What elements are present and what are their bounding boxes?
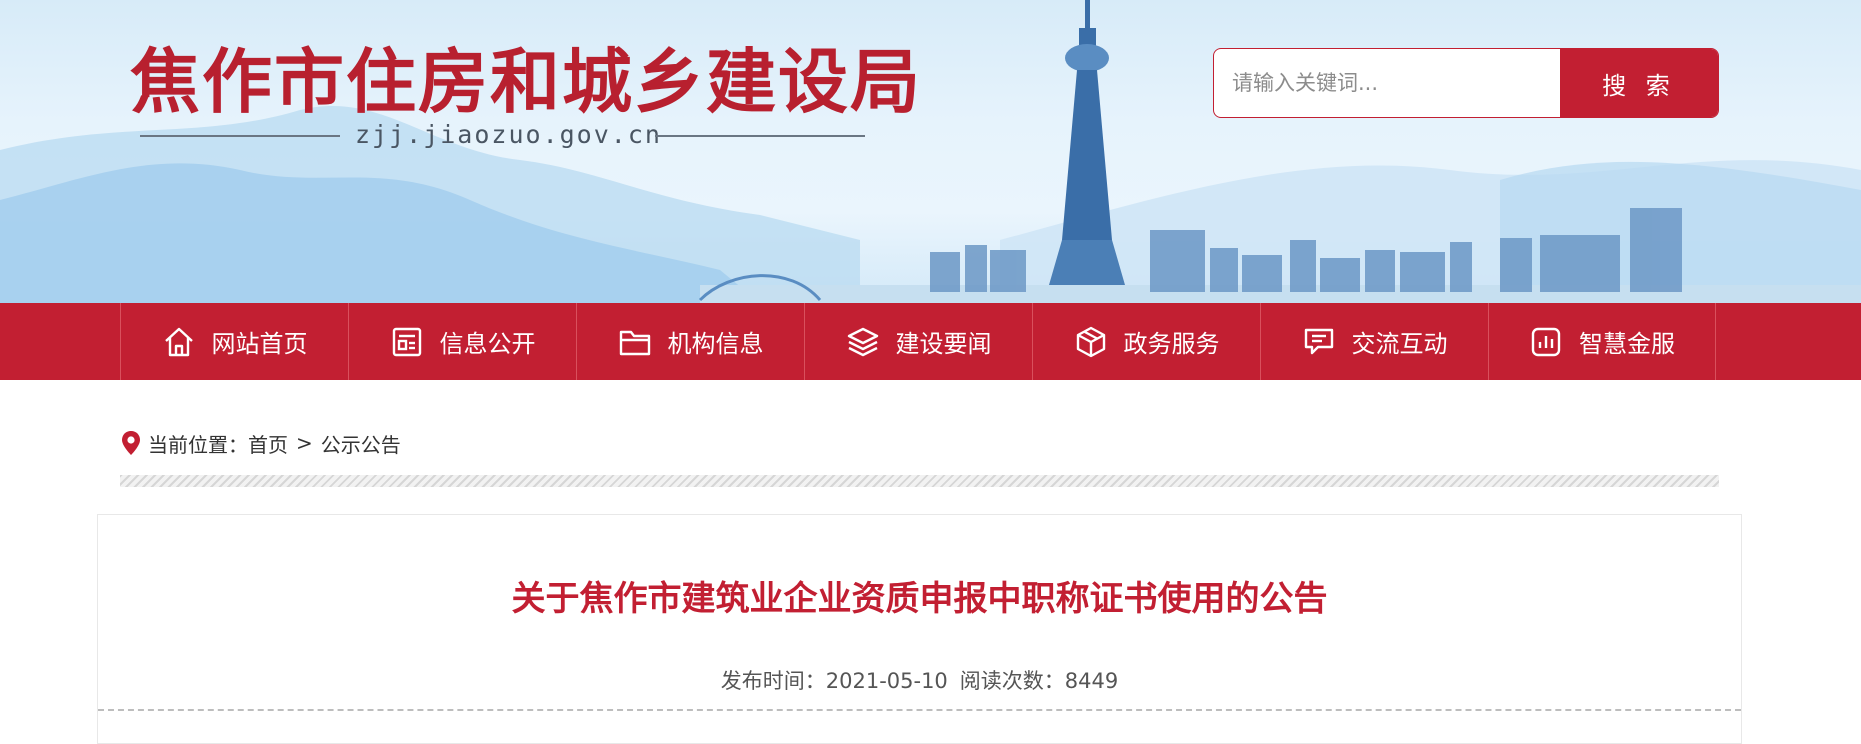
search-box: 搜 索 [1213, 48, 1719, 118]
nav-item-smart-finance[interactable]: 智慧金服 [1488, 303, 1716, 380]
nav-label: 交流互动 [1351, 330, 1448, 358]
nav-label: 网站首页 [211, 330, 308, 358]
document-icon [390, 325, 424, 359]
folder-icon [618, 325, 652, 359]
article-title: 关于焦作市建筑业企业资质申报中职称证书使用的公告 [511, 579, 1328, 619]
breadcrumb-home-link[interactable]: 首页 [248, 429, 288, 458]
nav-label: 智慧金服 [1579, 330, 1675, 358]
meta-divider [98, 709, 1741, 711]
article-panel: 关于焦作市建筑业企业资质申报中职称证书使用的公告 发布时间：2021-05-10… [97, 514, 1742, 744]
views-label: 阅读次数： [959, 669, 1065, 693]
cube-icon [1074, 325, 1108, 359]
nav-item-government-services[interactable]: 政务服务 [1032, 303, 1260, 380]
article-meta: 发布时间：2021-05-10 阅读次数：8449 [98, 667, 1741, 695]
hatched-divider [120, 475, 1719, 487]
breadcrumb: 当前位置： 首页 > 公示公告 [120, 428, 401, 458]
nav-label: 政务服务 [1123, 330, 1220, 358]
nav-item-construction-news[interactable]: 建设要闻 [804, 303, 1032, 380]
site-title: 焦作市住房和城乡建设局 [130, 40, 922, 123]
nav-item-interaction[interactable]: 交流互动 [1260, 303, 1488, 380]
publish-date: 2021-05-10 [825, 669, 948, 693]
location-pin-icon [122, 431, 140, 455]
nav-item-home[interactable]: 网站首页 [120, 303, 348, 380]
main-nav: 网站首页 信息公开 机构信息 建设要闻 政务服务 交流互动 智慧金服 [0, 303, 1861, 380]
site-domain: zjj.jiaozuo.gov.cn [355, 120, 662, 149]
breadcrumb-prefix: 当前位置： [148, 432, 248, 457]
header-banner: 焦作市住房和城乡建设局 zjj.jiaozuo.gov.cn 搜 索 [0, 0, 1861, 303]
nav-label: 机构信息 [667, 330, 764, 358]
domain-divider-right [655, 135, 865, 137]
nav-label: 信息公开 [439, 330, 536, 358]
nav-label: 建设要闻 [895, 330, 992, 358]
domain-divider-left [140, 135, 340, 137]
search-button[interactable]: 搜 索 [1560, 49, 1718, 117]
publish-label: 发布时间： [720, 669, 826, 693]
search-input[interactable] [1214, 49, 1559, 116]
bar-chart-icon [1529, 325, 1563, 359]
nav-item-organization[interactable]: 机构信息 [576, 303, 804, 380]
chat-icon [1302, 325, 1336, 359]
layers-icon [846, 325, 880, 359]
breadcrumb-current-link[interactable]: 公示公告 [321, 429, 401, 458]
views-count: 8449 [1064, 669, 1119, 693]
nav-item-info-disclosure[interactable]: 信息公开 [348, 303, 576, 380]
home-icon [162, 325, 196, 359]
breadcrumb-separator: > [296, 431, 313, 455]
